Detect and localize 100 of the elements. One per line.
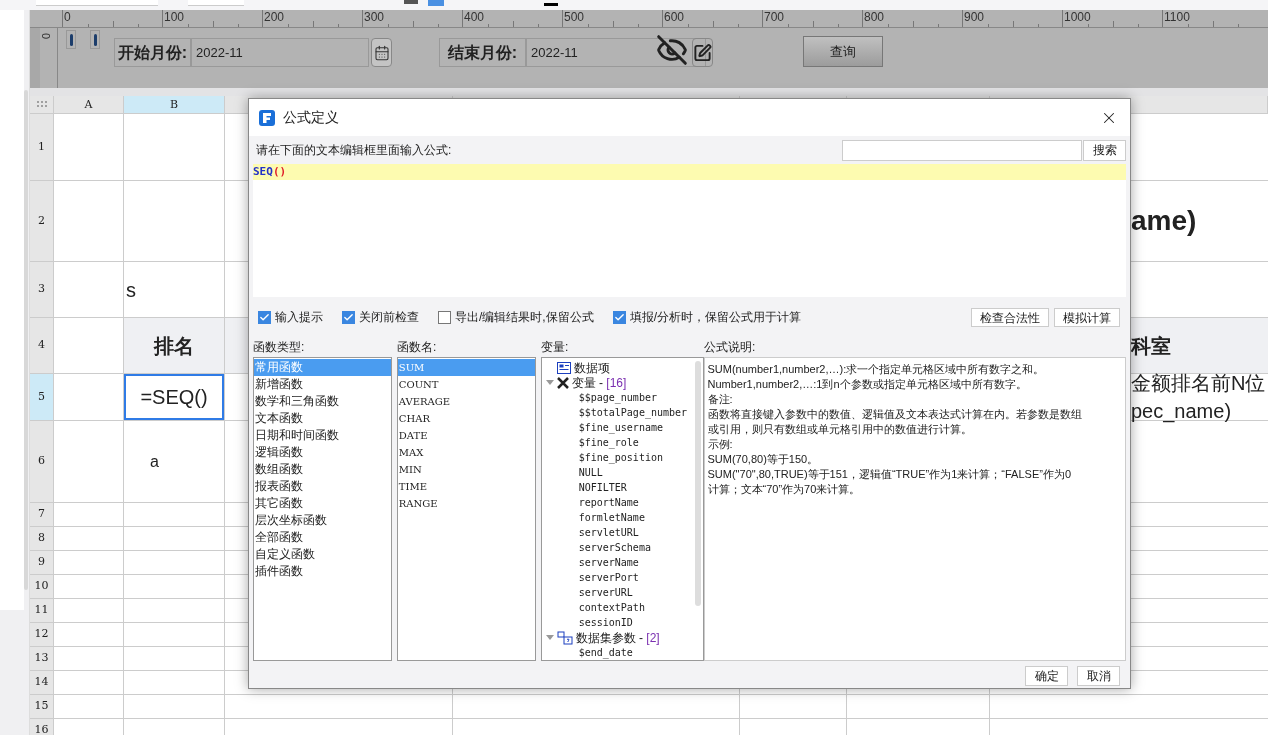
list-item[interactable]: TIME xyxy=(397,478,535,495)
variable-item[interactable]: $$totalPage_number xyxy=(578,405,688,420)
start-month-field[interactable]: 2022-11 xyxy=(191,38,369,67)
variable-item[interactable]: $fine_username xyxy=(578,420,663,435)
list-item[interactable]: 其它函数 xyxy=(254,495,391,512)
ruler-label: 800 xyxy=(864,10,885,24)
list-item[interactable]: 文本函数 xyxy=(254,410,391,427)
row-header[interactable]: 2 xyxy=(30,181,54,261)
row-header[interactable]: 11 xyxy=(30,599,54,622)
row-header[interactable]: 9 xyxy=(30,551,54,574)
edit-button[interactable] xyxy=(692,38,713,67)
list-item[interactable]: MAX xyxy=(397,444,535,461)
checkbox-label[interactable]: 关闭前检查 xyxy=(359,308,419,326)
cell-text[interactable]: a xyxy=(124,421,224,502)
start-month-label: 开始月份: xyxy=(114,38,191,67)
variable-item[interactable]: servletURL xyxy=(578,525,639,540)
list-item[interactable]: 数组函数 xyxy=(254,461,391,478)
list-item[interactable]: AVERAGE xyxy=(397,393,535,410)
variable-item[interactable]: serverPort xyxy=(578,570,639,585)
handle-icon[interactable] xyxy=(66,30,76,49)
cell-text[interactable]: =SEQ() xyxy=(124,374,224,420)
variable-item[interactable]: sessionID xyxy=(578,615,633,630)
variable-item[interactable]: 数据集参数 - [2] xyxy=(575,628,660,647)
cell-text[interactable]: 排名 xyxy=(124,318,224,373)
row-header[interactable]: 12 xyxy=(30,623,54,646)
select-all-icon[interactable] xyxy=(30,96,54,113)
variable-item[interactable]: NOFILTER xyxy=(578,480,627,495)
variable-item[interactable]: $$page_number xyxy=(578,390,657,405)
list-label: 变量: xyxy=(541,339,570,352)
list-item[interactable]: DATE xyxy=(397,427,535,444)
formula-editor[interactable]: SEQ() xyxy=(253,164,1126,297)
query-button[interactable]: 查询 xyxy=(803,36,883,67)
variable-item[interactable]: $fine_position xyxy=(578,450,663,465)
color-icon[interactable] xyxy=(544,3,558,6)
expand-toggle[interactable] xyxy=(545,380,554,385)
list-item[interactable]: 自定义函数 xyxy=(254,546,391,563)
dialog-button[interactable]: 取消 xyxy=(1077,666,1120,686)
list-item[interactable]: 全部函数 xyxy=(254,529,391,546)
list-item[interactable]: MIN xyxy=(397,461,535,478)
description-text: 或引用，则只有数组或单元格引用中的数值进行计算。 xyxy=(707,422,973,437)
variable-item[interactable]: serverURL xyxy=(578,585,633,600)
row-header[interactable]: 4 xyxy=(30,318,54,373)
variable-item[interactable]: $end_date xyxy=(578,645,633,660)
row-header[interactable]: 13 xyxy=(30,647,54,670)
variable-item[interactable]: serverName xyxy=(578,555,639,570)
checkbox[interactable] xyxy=(258,310,271,324)
row-header[interactable]: 5 xyxy=(30,374,54,420)
variable-item[interactable]: NULL xyxy=(578,465,603,480)
list-item[interactable]: 数学和三角函数 xyxy=(254,393,391,410)
hidden-icon[interactable] xyxy=(656,34,688,66)
action-button[interactable]: 模拟计算 xyxy=(1054,307,1120,327)
scrollbar[interactable] xyxy=(694,361,701,606)
checkbox-label[interactable]: 输入提示 xyxy=(275,308,323,326)
list-item[interactable]: RANGE xyxy=(397,495,535,512)
end-month-field[interactable]: 2022-11 xyxy=(526,38,706,67)
dialog-button[interactable]: 确定 xyxy=(1025,666,1068,686)
row-header[interactable]: 6 xyxy=(30,421,54,502)
ruler-label: 500 xyxy=(564,10,585,24)
row-header[interactable]: 7 xyxy=(30,503,54,526)
checkbox-label[interactable]: 导出/编辑结果时,保留公式 xyxy=(455,308,594,326)
list-item[interactable]: 新增函数 xyxy=(254,376,391,393)
ruler-label: 200 xyxy=(264,10,285,24)
search-field[interactable] xyxy=(842,139,1082,161)
row-header[interactable]: 1 xyxy=(30,114,54,180)
variable-item[interactable]: $fine_role xyxy=(578,435,639,450)
calendar-button[interactable] xyxy=(371,38,392,67)
checkbox[interactable] xyxy=(342,310,355,324)
variable-item[interactable]: formletName xyxy=(578,510,645,525)
checkbox[interactable] xyxy=(612,310,626,324)
action-button[interactable]: 检查合法性 xyxy=(971,307,1049,327)
row-header[interactable]: 16 xyxy=(30,719,54,735)
row-header[interactable]: 10 xyxy=(30,575,54,598)
formula-text[interactable]: SEQ() xyxy=(253,163,287,181)
cell-text[interactable]: s xyxy=(124,262,224,317)
row-header[interactable]: 3 xyxy=(30,262,54,317)
row-header[interactable]: 14 xyxy=(30,671,54,694)
size-field[interactable] xyxy=(188,0,244,6)
ruler-label: 1100 xyxy=(1164,10,1190,24)
list-item[interactable]: 日期和时间函数 xyxy=(254,427,391,444)
checkbox-label[interactable]: 填报/分析时，保留公式用于计算 xyxy=(629,308,801,326)
variable-item[interactable]: contextPath xyxy=(578,600,645,615)
list-item[interactable]: CHAR xyxy=(397,410,535,427)
checkbox[interactable] xyxy=(438,310,451,324)
column-header[interactable]: A xyxy=(54,96,124,113)
column-header[interactable]: B xyxy=(124,96,225,113)
scrollbar[interactable] xyxy=(24,90,28,590)
font-field[interactable] xyxy=(36,0,158,6)
row-header[interactable]: 8 xyxy=(30,527,54,550)
list-item[interactable]: 逻辑函数 xyxy=(254,444,391,461)
variable-item[interactable]: reportName xyxy=(578,495,639,510)
cell-text: ame) xyxy=(1131,204,1198,238)
list-item[interactable]: 报表函数 xyxy=(254,478,391,495)
handle-icon[interactable] xyxy=(90,30,100,49)
list-item[interactable]: 层次坐标函数 xyxy=(254,512,391,529)
row-header[interactable]: 15 xyxy=(30,695,54,718)
list-item[interactable]: COUNT xyxy=(397,376,535,393)
search-button[interactable]: 搜索 xyxy=(1083,139,1126,161)
description-text: SUM(number1,number2,…):求一个指定单元格区域中所有数字之和。 xyxy=(707,362,1046,377)
variable-item[interactable]: serverSchema xyxy=(578,540,651,555)
list-item[interactable]: 插件函数 xyxy=(254,563,391,580)
